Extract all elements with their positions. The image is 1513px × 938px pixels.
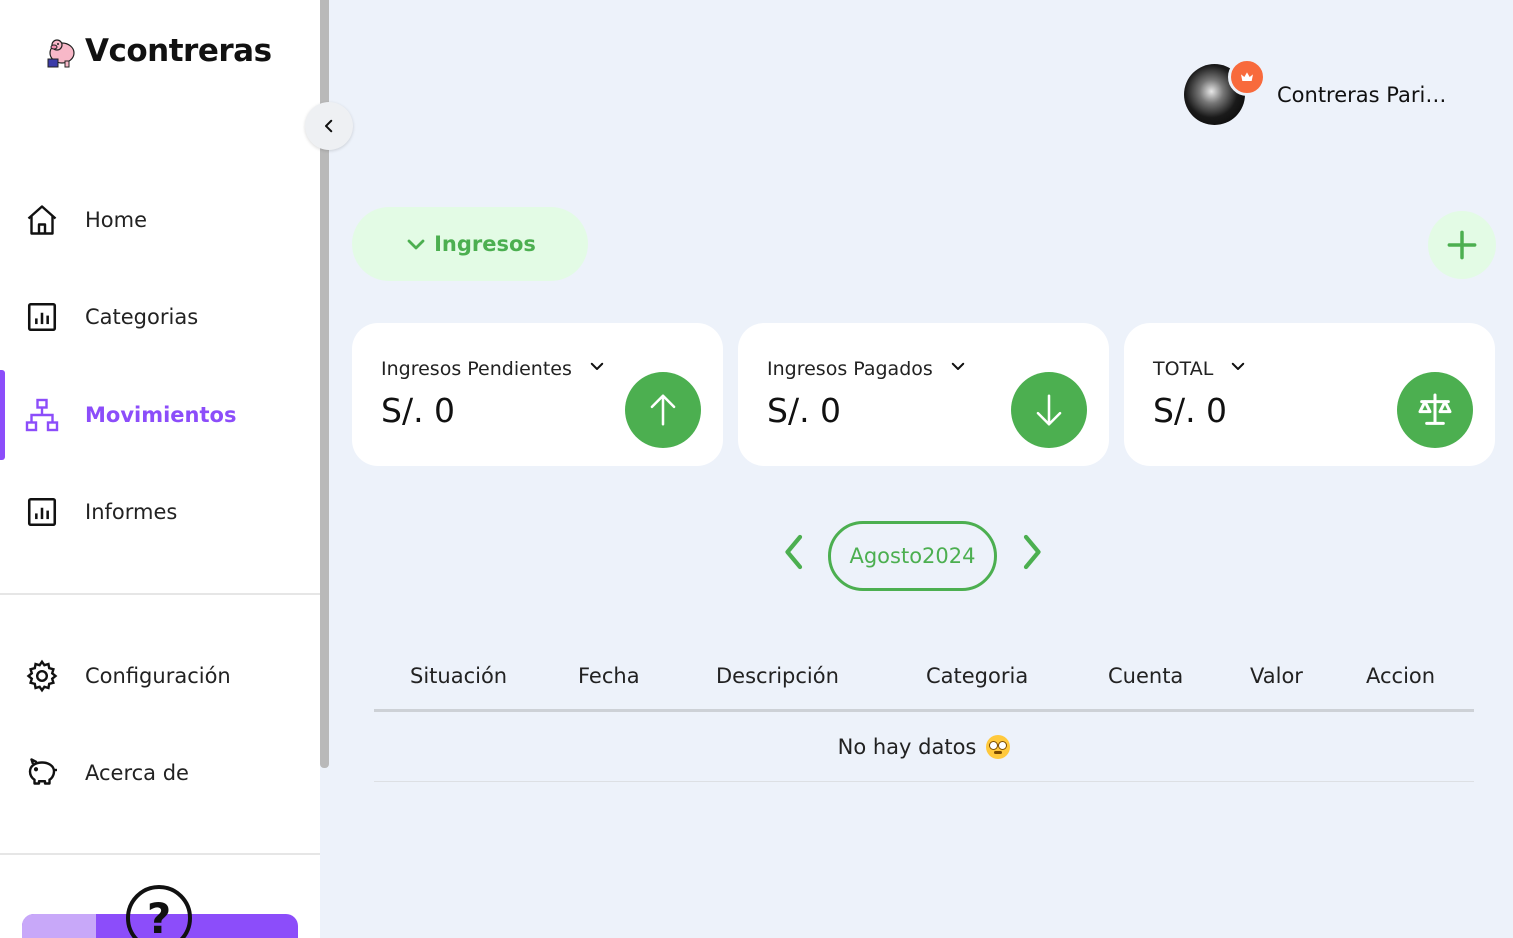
- card-title: Ingresos Pendientes: [381, 358, 572, 380]
- card-value: S/. 0: [1153, 391, 1228, 430]
- column-header-situacion[interactable]: Situación: [410, 664, 507, 688]
- sidebar-item-label: Movimientos: [85, 403, 237, 427]
- arrow-down-icon: [1011, 372, 1087, 448]
- sidebar-item-label: Home: [85, 208, 148, 232]
- chart-icon: [24, 494, 60, 530]
- brand-name: Vcontreras: [85, 33, 272, 69]
- table-empty-row: No hay datos: [374, 712, 1474, 782]
- home-icon: [24, 202, 60, 238]
- empty-message: No hay datos: [837, 734, 977, 759]
- scale-icon: [1397, 372, 1473, 448]
- card-value: S/. 0: [767, 391, 842, 430]
- card-title-row[interactable]: TOTAL: [1153, 358, 1247, 380]
- card-total: TOTAL S/. 0: [1124, 323, 1495, 466]
- column-header-cuenta[interactable]: Cuenta: [1108, 664, 1183, 688]
- chevron-down-icon: [407, 239, 425, 250]
- sidebar-item-label: Informes: [85, 500, 178, 524]
- user-name: Contreras Paricahua: [1277, 82, 1457, 107]
- collapse-sidebar-button[interactable]: [305, 102, 353, 150]
- type-selector-label: Ingresos: [434, 232, 536, 256]
- help-card-stripe: [22, 914, 96, 938]
- chevron-right-icon: [1023, 534, 1041, 570]
- arrow-up-icon: [625, 372, 701, 448]
- gear-icon: [24, 658, 60, 694]
- card-title-row[interactable]: Ingresos Pendientes: [381, 358, 606, 380]
- plus-icon: [1447, 230, 1477, 260]
- sidebar-item-configuracion[interactable]: Configuración: [0, 631, 320, 721]
- sidebar-item-home[interactable]: Home: [0, 175, 320, 265]
- flushed-face-icon: [986, 734, 1011, 759]
- add-movement-button[interactable]: [1428, 211, 1496, 279]
- month-selector[interactable]: Agosto2024: [828, 521, 997, 591]
- avatar[interactable]: [1184, 58, 1266, 125]
- sidebar-item-label: Configuración: [85, 664, 231, 688]
- hierarchy-icon: [24, 397, 60, 433]
- column-header-valor[interactable]: Valor: [1250, 664, 1303, 688]
- type-selector-button[interactable]: Ingresos: [352, 207, 588, 281]
- card-title: Ingresos Pagados: [767, 358, 933, 380]
- month-label: Agosto2024: [849, 544, 976, 568]
- sidebar-item-informes[interactable]: Informes: [0, 467, 320, 557]
- chart-icon: [24, 299, 60, 335]
- column-header-fecha[interactable]: Fecha: [578, 664, 640, 688]
- column-header-accion[interactable]: Accion: [1366, 664, 1435, 688]
- piggy-bank-icon: [24, 755, 60, 791]
- next-month-button[interactable]: [1014, 532, 1048, 572]
- chevron-left-icon: [325, 119, 333, 133]
- sidebar-item-acerca-de[interactable]: Acerca de: [0, 728, 320, 818]
- sidebar-item-label: Categorias: [85, 305, 199, 329]
- card-title: TOTAL: [1153, 358, 1214, 380]
- chevron-down-icon: [590, 362, 604, 370]
- active-indicator: [0, 370, 5, 460]
- previous-month-button[interactable]: [778, 532, 812, 572]
- help-icon[interactable]: ?: [126, 885, 192, 938]
- brand[interactable]: Vcontreras: [46, 33, 272, 69]
- card-paid: Ingresos Pagados S/. 0: [738, 323, 1109, 466]
- column-header-descripcion[interactable]: Descripción: [716, 664, 839, 688]
- sidebar: Vcontreras Home Categorias Movimientos I…: [0, 0, 320, 938]
- premium-badge: [1228, 58, 1266, 96]
- piggy-logo-icon: [47, 39, 75, 68]
- crown-icon: [1241, 72, 1253, 81]
- column-header-categoria[interactable]: Categoria: [926, 664, 1028, 688]
- sidebar-divider: [0, 593, 320, 595]
- sidebar-item-categorias[interactable]: Categorias: [0, 272, 320, 362]
- user-menu[interactable]: Contreras Paricahua: [1184, 58, 1457, 125]
- chevron-down-icon: [951, 362, 965, 370]
- card-pending: Ingresos Pendientes S/. 0: [352, 323, 723, 466]
- sidebar-divider: [0, 853, 320, 855]
- card-value: S/. 0: [381, 391, 456, 430]
- sidebar-item-movimientos[interactable]: Movimientos: [0, 370, 320, 460]
- chevron-left-icon: [785, 534, 803, 570]
- sidebar-item-label: Acerca de: [85, 761, 189, 785]
- table-header: Situación Fecha Descripción Categoria Cu…: [374, 650, 1474, 712]
- chevron-down-icon: [1232, 362, 1245, 370]
- card-title-row[interactable]: Ingresos Pagados: [767, 358, 967, 380]
